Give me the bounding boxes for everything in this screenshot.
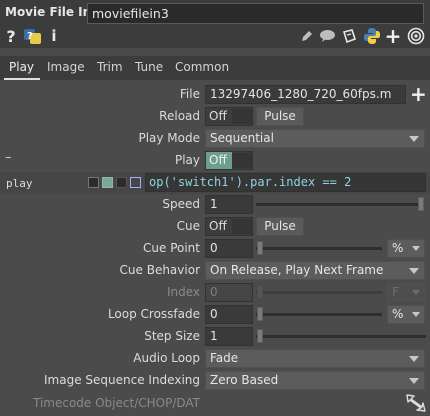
reload-pulse-button[interactable]: Pulse bbox=[256, 107, 304, 126]
cue-point-label: Cue Point bbox=[143, 241, 200, 255]
play-label: Play bbox=[174, 153, 200, 167]
svg-text:?: ? bbox=[27, 31, 33, 42]
speed-slider[interactable] bbox=[256, 203, 420, 206]
image-sequence-indexing-label: Image Sequence Indexing bbox=[44, 373, 200, 387]
audio-loop-value: Fade bbox=[210, 351, 239, 365]
audio-loop-menu[interactable]: Fade bbox=[205, 349, 425, 368]
reload-toggle-text: Off bbox=[209, 109, 227, 123]
mode-bind-icon[interactable] bbox=[130, 177, 141, 188]
mode-export-icon[interactable] bbox=[116, 177, 127, 188]
cue-toggle[interactable]: Off bbox=[205, 217, 253, 236]
file-browse-plus-icon[interactable]: + bbox=[410, 84, 427, 104]
loop-crossfade-unit-value: % bbox=[392, 307, 404, 321]
speed-label: Speed bbox=[162, 197, 200, 211]
reload-toggle[interactable]: Off bbox=[205, 107, 253, 126]
reload-toggle-knob bbox=[232, 109, 252, 124]
cue-point-field[interactable]: 0 bbox=[205, 239, 253, 258]
image-sequence-indexing-menu[interactable]: Zero Based bbox=[205, 371, 425, 390]
operator-type-label: Movie File In bbox=[5, 5, 92, 19]
chevron-down-icon bbox=[412, 246, 420, 251]
step-size-label: Step Size bbox=[144, 329, 200, 343]
index-label: Index bbox=[166, 285, 200, 299]
cue-behavior-menu[interactable]: On Release, Play Next Frame bbox=[205, 261, 425, 280]
help-icon[interactable]: ? bbox=[4, 27, 18, 46]
loop-crossfade-label: Loop Crossfade bbox=[107, 307, 200, 321]
expression-mode-indicator[interactable]: – bbox=[5, 150, 12, 165]
python-help-icon[interactable]: ? bbox=[22, 27, 42, 45]
play-mode-value: Sequential bbox=[210, 131, 274, 145]
chevron-down-icon bbox=[409, 136, 419, 142]
expression-param-name: play bbox=[6, 177, 33, 190]
cue-toggle-text: Off bbox=[209, 219, 227, 233]
play-mode-menu[interactable]: Sequential bbox=[205, 129, 425, 148]
mode-constant-icon[interactable] bbox=[88, 177, 99, 188]
cue-point-unit-value: % bbox=[392, 241, 404, 255]
play-toggle[interactable]: Off bbox=[205, 151, 253, 170]
cue-behavior-value: On Release, Play Next Frame bbox=[210, 263, 384, 277]
chevron-down-icon bbox=[412, 312, 420, 317]
speed-field[interactable]: 1 bbox=[205, 195, 253, 214]
tab-play[interactable]: Play bbox=[9, 60, 34, 74]
chevron-down-icon bbox=[409, 356, 419, 362]
loop-crossfade-slider[interactable] bbox=[256, 313, 382, 316]
file-label: File bbox=[179, 87, 200, 101]
chevron-down-icon bbox=[412, 290, 420, 295]
cue-pulse-button[interactable]: Pulse bbox=[256, 217, 304, 236]
reload-label: Reload bbox=[159, 109, 200, 123]
step-size-slider[interactable] bbox=[256, 335, 426, 338]
chevron-down-icon bbox=[409, 268, 419, 274]
clone-icon[interactable] bbox=[340, 27, 358, 45]
loop-crossfade-slider-handle[interactable] bbox=[257, 307, 263, 321]
chevron-down-icon bbox=[409, 378, 419, 384]
speed-slider-handle[interactable] bbox=[418, 197, 424, 211]
active-tab-indicator bbox=[4, 78, 40, 80]
index-unit-menu: F bbox=[387, 283, 425, 302]
index-slider bbox=[256, 291, 382, 294]
info-icon[interactable]: i bbox=[49, 27, 59, 45]
step-size-field[interactable]: 1 bbox=[205, 327, 253, 346]
tab-tune[interactable]: Tune bbox=[135, 60, 163, 74]
python-icon[interactable] bbox=[362, 27, 382, 45]
cue-point-slider[interactable] bbox=[256, 247, 382, 250]
timecode-object-label: Timecode Object/CHOP/DAT bbox=[32, 396, 200, 410]
step-size-slider-handle[interactable] bbox=[257, 329, 263, 343]
cue-label: Cue bbox=[176, 219, 200, 233]
tab-image[interactable]: Image bbox=[47, 60, 85, 74]
cue-point-unit-menu[interactable]: % bbox=[387, 239, 425, 258]
index-unit-value: F bbox=[392, 285, 399, 299]
target-icon[interactable] bbox=[406, 27, 426, 45]
comment-icon[interactable] bbox=[318, 27, 336, 45]
audio-loop-label: Audio Loop bbox=[133, 351, 200, 365]
index-slider-handle bbox=[257, 285, 263, 299]
loop-crossfade-unit-menu[interactable]: % bbox=[387, 305, 425, 324]
tab-trim[interactable]: Trim bbox=[97, 60, 123, 74]
index-field: 0 bbox=[205, 283, 253, 302]
cue-behavior-label: Cue Behavior bbox=[119, 263, 200, 277]
file-field[interactable]: 13297406_1280_720_60fps.m bbox=[205, 85, 406, 104]
play-toggle-knob bbox=[232, 153, 252, 168]
mode-expression-icon[interactable] bbox=[102, 177, 113, 188]
cue-point-slider-handle[interactable] bbox=[257, 241, 263, 255]
drag-drop-arrow-icon[interactable] bbox=[404, 392, 426, 412]
loop-crossfade-field[interactable]: 0 bbox=[205, 305, 253, 324]
play-mode-label: Play Mode bbox=[138, 131, 200, 145]
image-sequence-indexing-value: Zero Based bbox=[210, 373, 279, 387]
expression-field[interactable]: op('switch1').par.index == 2 bbox=[145, 173, 426, 192]
edit-icon[interactable] bbox=[299, 27, 315, 45]
operator-name-field[interactable]: moviefilein3 bbox=[87, 3, 424, 24]
cue-toggle-knob bbox=[232, 219, 252, 234]
tab-common[interactable]: Common bbox=[175, 60, 229, 74]
play-toggle-text: Off bbox=[206, 152, 232, 169]
plus-icon[interactable]: + bbox=[385, 24, 402, 48]
